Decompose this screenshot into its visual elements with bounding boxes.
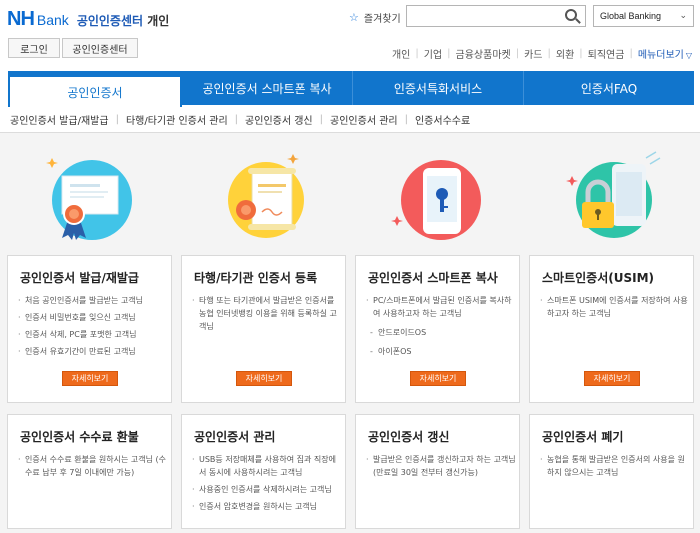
card-title: 타행/타기관 인증서 등록: [194, 271, 318, 285]
topnav-card[interactable]: 카드: [524, 46, 542, 61]
topnav-personal[interactable]: 개인: [392, 46, 410, 61]
header: NH Bank 공인인증센터 개인 ☆ 즐겨찾기 Global Banking …: [0, 0, 700, 70]
divider: |: [547, 48, 551, 59]
divider: |: [319, 114, 324, 125]
login-button[interactable]: 로그인: [8, 38, 60, 58]
card-fee-refund[interactable]: 공인인증서 수수료 환불 인증서 수수료 환불을 원하시는 고객님 (수수료 납…: [7, 414, 172, 529]
card-title: 공인인증서 폐기: [542, 430, 624, 444]
card-smartphone-copy: 공인인증서 스마트폰 복사 PC/스마트폰에서 발급된 인증서를 복사하여 사용…: [355, 255, 520, 403]
subnav-other-bank[interactable]: 타행/타기관 인증서 관리: [126, 112, 228, 127]
detail-button[interactable]: 자세히보기: [62, 371, 118, 386]
site-title: 공인인증센터 개인: [77, 12, 170, 29]
menu-more-label: 메뉴더보기: [637, 50, 684, 61]
list-item: 인증서 유효기간이 만료된 고객님: [18, 345, 143, 358]
site-title-main: 공인인증센터: [76, 14, 144, 28]
divider: |: [115, 114, 119, 125]
list-item: 인증서 암호변경을 원하시는 고객님: [192, 500, 342, 513]
detail-button[interactable]: 자세히보기: [410, 371, 466, 386]
topnav-business[interactable]: 기업: [424, 46, 442, 61]
search-input[interactable]: [407, 6, 557, 26]
divider: |: [447, 48, 451, 59]
sub-nav: 공인인증서 발급/재발급 | 타행/타기관 인증서 관리 | 공인인증서 갱신 | 공…: [10, 112, 470, 127]
detail-button[interactable]: 자세히보기: [236, 371, 292, 386]
card-list: 타행 또는 타기관에서 발급받은 인증서를 농협 인터넷뱅킹 이용을 위해 등록…: [192, 294, 342, 337]
card-list: PC/스마트폰에서 발급된 인증서를 복사하여 사용하고자 하는 고객님 안드로…: [366, 294, 516, 362]
subnav-issue[interactable]: 공인인증서 발급/재발급: [10, 112, 109, 127]
tab-special-service[interactable]: 인증서특화서비스: [353, 71, 524, 105]
divider: |: [515, 48, 520, 59]
topnav-pension[interactable]: 퇴직연금: [588, 46, 625, 61]
divider: |: [579, 48, 583, 59]
card-title: 공인인증서 수수료 환불: [20, 430, 139, 444]
card-list: 처음 공인인증서를 발급받는 고객님 인증서 비밀번호를 잊으신 고객님 인증서…: [18, 294, 143, 362]
subnav-fee[interactable]: 인증서수수료: [415, 112, 470, 127]
menu-more-button[interactable]: 메뉴더보기 ▽: [638, 46, 692, 61]
card-list: USB등 저장매체를 사용하여 집과 직장에서 동시에 사용하시려는 고객님 사…: [192, 453, 342, 517]
cert-center-button[interactable]: 공인인증센터: [62, 38, 138, 58]
card-list: 농협을 통해 발급받은 인증서의 사용을 원하지 않으시는 고객님: [540, 453, 690, 483]
logo-nh: NH: [7, 8, 35, 30]
topnav-fx[interactable]: 외환: [556, 46, 574, 61]
card-other-bank: 타행/타기관 인증서 등록 타행 또는 타기관에서 발급받은 인증서를 농협 인…: [181, 255, 346, 403]
card-list: 발급받은 인증서를 갱신하고자 하는 고객님(만료일 30일 전부터 갱신가능): [366, 453, 516, 483]
chevron-down-icon: ⌄: [679, 10, 687, 20]
subnav-manage[interactable]: 공인인증서 관리: [330, 112, 398, 127]
card-title: 공인인증서 관리: [194, 430, 276, 444]
top-nav: 개인 | 기업 | 금융상품마켓 | 카드 | 외환 | 퇴직연금 | 메뉴더보기 ▽: [392, 46, 692, 61]
favorites-label: 즐겨찾기: [363, 14, 401, 25]
certificate-illustration: [40, 150, 140, 250]
list-item-ios: 아이폰OS: [366, 345, 516, 358]
card-list: 인증서 수수료 환불을 원하시는 고객님 (수수료 납부 후 7일 이내에만 가…: [18, 453, 168, 483]
list-item-android: 안드로이드OS: [366, 326, 516, 339]
divider: |: [415, 48, 419, 59]
card-usim: 스마트인증서(USIM) 스마트폰 USIM에 인증서를 저장하여 사용하고자 …: [529, 255, 694, 403]
subnav-renew[interactable]: 공인인증서 갱신: [245, 112, 313, 127]
tab-certificate[interactable]: 공인인증서: [8, 75, 182, 107]
card-manage[interactable]: 공인인증서 관리 USB등 저장매체를 사용하여 집과 직장에서 동시에 사용하…: [181, 414, 346, 529]
list-item: PC/스마트폰에서 발급된 인증서를 복사하여 사용하고자 하는 고객님: [366, 294, 516, 320]
card-issue: 공인인증서 발급/재발급 처음 공인인증서를 발급받는 고객님 인증서 비밀번호…: [7, 255, 172, 403]
topnav-market[interactable]: 금융상품마켓: [456, 46, 511, 61]
tab-smartphone-copy[interactable]: 공인인증서 스마트폰 복사: [182, 71, 353, 105]
card-title: 공인인증서 스마트폰 복사: [368, 271, 498, 285]
usim-lock-illustration: [566, 150, 666, 250]
divider: |: [234, 114, 239, 125]
list-item: 인증서 비밀번호를 잊으신 고객님: [18, 311, 143, 324]
list-item: USB등 저장매체를 사용하여 집과 직장에서 동시에 사용하시려는 고객님: [192, 453, 342, 479]
star-icon: ☆: [349, 11, 359, 24]
tab-faq[interactable]: 인증서FAQ: [524, 71, 694, 105]
document-seal-illustration: [218, 150, 318, 250]
global-banking-label: Global Banking: [600, 11, 662, 21]
list-item: 처음 공인인증서를 발급받는 고객님: [18, 294, 143, 307]
list-item: 사용중인 인증서를 삭제하시려는 고객님: [192, 483, 342, 496]
search-box: [406, 5, 586, 27]
list-item: 농협을 통해 발급받은 인증서의 사용을 원하지 않으시는 고객님: [540, 453, 690, 479]
card-renew[interactable]: 공인인증서 갱신 발급받은 인증서를 갱신하고자 하는 고객님(만료일 30일 …: [355, 414, 520, 529]
divider: |: [629, 48, 633, 59]
logo-bank: Bank: [36, 12, 69, 28]
list-item: 발급받은 인증서를 갱신하고자 하는 고객님(만료일 30일 전부터 갱신가능): [366, 453, 516, 479]
search-icon[interactable]: [565, 9, 577, 21]
global-banking-select[interactable]: Global Banking ⌄: [593, 5, 694, 27]
list-item: 스마트폰 USIM에 인증서를 저장하여 사용하고자 하는 고객님: [540, 294, 690, 320]
list-item: 인증서 삭제, PC를 포맷한 고객님: [18, 328, 143, 341]
divider: |: [404, 114, 408, 125]
smartphone-key-illustration: [389, 150, 489, 250]
main-tabs: 공인인증서 공인인증서 스마트폰 복사 인증서특화서비스 인증서FAQ: [8, 71, 694, 107]
list-item: 인증서 수수료 환불을 원하시는 고객님 (수수료 납부 후 7일 이내에만 가…: [18, 453, 168, 479]
card-title: 스마트인증서(USIM): [542, 271, 655, 285]
chevron-down-icon: ▽: [685, 51, 692, 60]
card-list: 스마트폰 USIM에 인증서를 저장하여 사용하고자 하는 고객님: [540, 294, 690, 324]
logo[interactable]: NH Bank 공인인증센터 개인: [7, 8, 169, 31]
favorites-link[interactable]: ☆ 즐겨찾기: [349, 10, 401, 25]
card-revoke[interactable]: 공인인증서 폐기 농협을 통해 발급받은 인증서의 사용을 원하지 않으시는 고…: [529, 414, 694, 529]
detail-button[interactable]: 자세히보기: [584, 371, 640, 386]
card-title: 공인인증서 발급/재발급: [20, 271, 139, 285]
site-title-sub: 개인: [147, 14, 170, 28]
card-title: 공인인증서 갱신: [368, 430, 450, 444]
list-item: 타행 또는 타기관에서 발급받은 인증서를 농협 인터넷뱅킹 이용을 위해 등록…: [192, 294, 342, 333]
